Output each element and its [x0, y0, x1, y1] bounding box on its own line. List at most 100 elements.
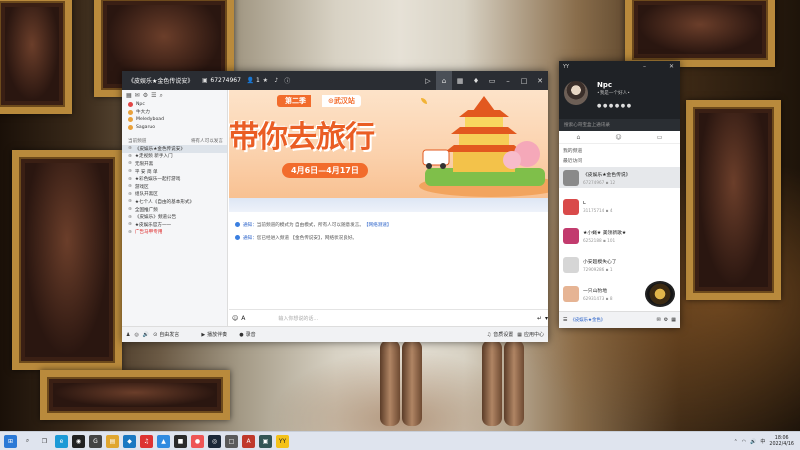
settings-icon[interactable]: ⚙	[664, 317, 668, 323]
app-icon[interactable]: ▣	[259, 434, 272, 448]
window-mini-icon[interactable]: ▭	[484, 71, 500, 90]
message-input[interactable]: 输入你想说的话...	[248, 315, 534, 322]
member-item[interactable]: 牛大力	[122, 109, 227, 117]
expand-icon[interactable]: ⊕	[128, 169, 132, 174]
free-speak-button[interactable]: ⊙ 自由发言	[153, 331, 179, 339]
menu-icon[interactable]: ☰	[563, 317, 567, 323]
tab-contacts-icon[interactable]: ☺	[615, 134, 621, 141]
bell-icon[interactable]: ♪	[271, 75, 282, 86]
channel-item[interactable]: ⊕ ★走视频 新手入门	[122, 153, 227, 161]
avatar-icon[interactable]: ♟	[126, 332, 130, 338]
yy-icon[interactable]: YY	[276, 434, 289, 448]
section-action[interactable]: 将有人可以发言	[191, 138, 223, 144]
app-icon[interactable]: ■	[174, 434, 187, 448]
expand-icon[interactable]: ⊕	[128, 192, 132, 197]
expand-icon[interactable]: ⊕	[128, 222, 132, 227]
play-accompaniment-button[interactable]: ▶ 播放伴奏	[201, 331, 227, 339]
recent-channel-item[interactable]: L 31175714 ▪ 4	[559, 196, 680, 217]
channel-item[interactable]: ⊕ ★彩色娱乐一起打游戏	[122, 175, 227, 183]
game-icon[interactable]: ♦	[468, 71, 484, 90]
channel-item[interactable]: ⊕ 无限开黑	[122, 160, 227, 168]
panel-bottom-label[interactable]: 《皮娱乐★金色》	[570, 317, 653, 323]
app-g-icon[interactable]: G	[89, 434, 102, 448]
message-icon[interactable]: ✉	[657, 317, 661, 323]
minimize-icon[interactable]: –	[643, 63, 646, 70]
weibo-icon[interactable]: ●	[191, 434, 204, 448]
close-icon[interactable]: ✕	[532, 71, 548, 90]
message-icon[interactable]: ✉	[135, 92, 140, 99]
expand-icon[interactable]: ⊕	[128, 146, 132, 151]
expand-icon[interactable]: ⊕	[128, 215, 132, 220]
list-icon[interactable]: ☰	[151, 92, 156, 99]
edge-icon[interactable]: e	[55, 434, 68, 448]
expand-icon[interactable]: ⊕	[128, 184, 132, 189]
channel-item[interactable]: ⊕ 广告马甲专用	[122, 229, 227, 237]
volume-icon[interactable]: 🔊	[143, 332, 149, 338]
close-icon[interactable]: ✕	[669, 63, 674, 70]
chevron-up-icon[interactable]: ⌃	[734, 439, 738, 445]
netease-icon[interactable]: ♫	[140, 434, 153, 448]
info-icon[interactable]: ⓘ	[282, 75, 293, 86]
qq-icon[interactable]: ◉	[72, 434, 85, 448]
minimize-icon[interactable]: –	[500, 71, 516, 90]
home-icon[interactable]: ⌂	[436, 71, 452, 90]
channel-item[interactable]: ⊕ 组队开黑区	[122, 191, 227, 199]
member-item[interactable]: Meledyboad	[122, 116, 227, 124]
grid-icon[interactable]: ▦	[452, 71, 468, 90]
section-mine[interactable]: 我的频道	[563, 147, 582, 154]
channel-item[interactable]: ⊕ ★皮娱乐官方一一	[122, 221, 227, 229]
recent-channel-item[interactable]: 小安超模失心了 72909286 ▪ 1	[559, 254, 680, 275]
star-icon[interactable]: ★	[260, 75, 271, 86]
recent-channel-item[interactable]: ★小蝇★ 美领新歌★ 6252188 ▪ 101	[559, 225, 680, 246]
task-view-icon[interactable]: ❐	[38, 435, 51, 448]
emoji-icon[interactable]: ☺	[232, 315, 238, 322]
expand-icon[interactable]: ⊕	[128, 161, 132, 166]
app-center-button[interactable]: ▦ 应用中心	[517, 331, 544, 339]
grid-icon[interactable]: ▦	[126, 92, 132, 99]
profile-signature[interactable]: •我是一个好人•	[597, 90, 630, 96]
more-icon[interactable]: ▾	[545, 315, 548, 322]
record-button[interactable]: ● 录音	[239, 331, 255, 339]
expand-icon[interactable]: ⊕	[128, 177, 132, 182]
ime-indicator[interactable]: 中	[760, 438, 765, 445]
grid-icon[interactable]: ▦	[671, 317, 676, 323]
expand-icon[interactable]: ⊕	[128, 207, 132, 212]
tab-channels-icon[interactable]: ▭	[657, 134, 663, 141]
steam-icon[interactable]: ◎	[208, 434, 221, 448]
maximize-icon[interactable]: □	[516, 71, 532, 90]
member-item[interactable]: Sagaruo	[122, 124, 227, 132]
avatar[interactable]	[564, 81, 588, 105]
video-icon[interactable]: ▷	[420, 71, 436, 90]
channel-item[interactable]: ⊕ ★七个人《自由的基本形式》	[122, 198, 227, 206]
font-icon[interactable]: A	[241, 315, 245, 322]
channel-item[interactable]: ⊕ 《皮娱乐》频道公告	[122, 213, 227, 221]
tab-home-icon[interactable]: ⌂	[577, 134, 581, 141]
mic-icon[interactable]: ◎	[134, 332, 138, 338]
app-icon[interactable]: □	[225, 434, 238, 448]
audio-quality-button[interactable]: ♫ 音质设置	[487, 331, 514, 339]
search-icon[interactable]: ⌕	[21, 435, 34, 448]
volume-icon[interactable]: 🔊	[750, 439, 756, 445]
settings-icon[interactable]: ⚙	[143, 92, 148, 99]
send-icon[interactable]: ↵	[537, 315, 542, 322]
promo-banner[interactable]: 第二季 ⊙ 武汉站 带你去旅行 4月6日—4月17日	[229, 90, 548, 198]
panel-search[interactable]: 搜索心哥宝盒上通讯录	[559, 119, 680, 131]
channel-item[interactable]: ⊕ 平 安 简 单	[122, 168, 227, 176]
expand-icon[interactable]: ⊕	[128, 230, 132, 235]
app-icon[interactable]: ◆	[123, 434, 136, 448]
expand-icon[interactable]: ⊕	[128, 199, 132, 204]
clock[interactable]: 18:06 2022/4/16	[769, 436, 794, 448]
wifi-icon[interactable]: ◠	[742, 439, 746, 445]
app-icon[interactable]: ▲	[157, 434, 170, 448]
channel-item[interactable]: ⊕ 《皮娱乐★金色传说安》	[122, 144, 227, 153]
channel-item[interactable]: ⊕ 全国推广频	[122, 206, 227, 214]
member-item[interactable]: Npc	[122, 101, 227, 109]
app-icon[interactable]: A	[242, 434, 255, 448]
search-icon[interactable]: ⌕	[159, 92, 162, 100]
expand-icon[interactable]: ⊕	[128, 154, 132, 159]
recent-channel-item[interactable]: 《皮娱乐★金色传说》 67274967 ▪ 12	[559, 167, 680, 188]
start-icon[interactable]: ⊞	[4, 434, 17, 448]
channel-item[interactable]: ⊕ 游戏区	[122, 183, 227, 191]
network-test-link[interactable]: 【网络测速】	[364, 222, 392, 228]
explorer-icon[interactable]: ▤	[106, 434, 119, 448]
